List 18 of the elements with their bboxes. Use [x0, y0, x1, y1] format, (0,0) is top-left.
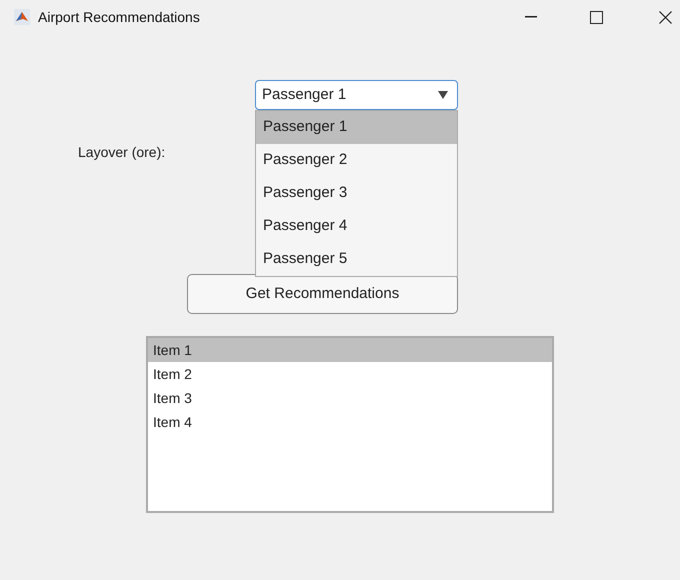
dropdown-option[interactable]: Passenger 1	[256, 111, 457, 144]
minimize-icon[interactable]	[525, 16, 537, 18]
dropdown-option[interactable]: Passenger 3	[256, 177, 457, 210]
passenger-dropdown[interactable]: Passenger 1	[255, 80, 458, 110]
app-icon	[14, 9, 30, 25]
layover-label: Layover (ore):	[78, 143, 166, 162]
dropdown-option[interactable]: Passenger 2	[256, 144, 457, 177]
dropdown-option[interactable]: Passenger 4	[256, 210, 457, 243]
list-item[interactable]: Item 1	[148, 338, 552, 362]
list-item[interactable]: Item 4	[148, 410, 552, 434]
close-icon[interactable]	[659, 10, 672, 24]
window-title: Airport Recommendations	[38, 8, 200, 27]
maximize-icon[interactable]	[590, 10, 603, 24]
list-item[interactable]: Item 3	[148, 386, 552, 410]
dropdown-option[interactable]: Passenger 5	[256, 243, 457, 276]
get-recommendations-button[interactable]: Get Recommendations	[187, 274, 458, 314]
caret-icon	[438, 91, 448, 99]
list-item[interactable]: Item 2	[148, 362, 552, 386]
